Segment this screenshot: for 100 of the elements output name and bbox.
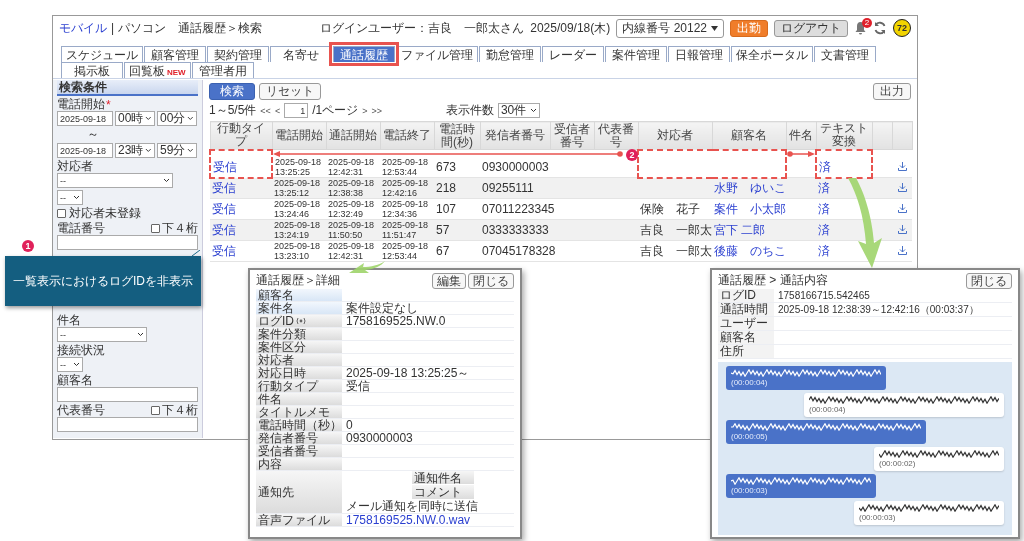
table-link[interactable]: 済 [818,244,830,258]
notification-badge: 2 [862,18,872,28]
select-field[interactable]: -- [57,327,147,342]
table-link[interactable]: 受信 [213,160,237,174]
previous-page-link[interactable]: < [274,105,281,116]
select-field[interactable]: -- [57,190,83,205]
last-page-link[interactable]: >> [371,105,382,116]
table-link[interactable]: 済 [819,160,831,174]
close-button[interactable]: 閉じる [468,272,514,289]
table-link[interactable]: 受信 [212,202,236,216]
text-field[interactable] [57,417,198,432]
table-link[interactable]: 受信 [212,244,236,258]
field-label: ログID [258,315,294,327]
new-label: NEW [167,68,186,77]
field-value: 2025-09-18 12:38:39～12:42:16（00:03:37） [778,303,979,316]
nav-tab[interactable]: 案件管理 [605,46,667,62]
column-header: 対応者 [657,127,693,142]
nav-tab[interactable]: ファイル管理 [396,46,478,62]
edit-button[interactable]: 編集 [432,272,466,289]
table-cell: 2025-09-18 12:53:44 [382,157,429,177]
field-label: コメント [414,486,462,498]
download-icon[interactable] [897,246,907,255]
table-link[interactable]: 済 [818,223,830,237]
table-cell: 57 [436,223,450,237]
date-field[interactable]: 2025-09-18 [57,111,113,126]
minute-select[interactable]: 00分 [157,111,197,126]
mode-link[interactable]: モバイル [59,19,107,37]
page-field[interactable]: 1 [284,103,309,118]
audio-file-link[interactable]: 1758169525.NW.0.wav [346,514,471,526]
per-page-select[interactable]: 30件 [497,103,540,118]
nav-tab[interactable]: 顧客管理 [144,46,206,62]
chevron-icon [187,116,194,121]
nav-tab[interactable]: 回覧板 NEW [124,62,191,78]
checkbox[interactable] [151,406,160,415]
logout-button[interactable]: ログアウト [774,19,848,37]
select-field[interactable]: -- [57,173,173,188]
table-link[interactable]: 済 [818,181,830,196]
next-page-link[interactable]: > [362,105,368,116]
field-label: 内容 [258,458,282,470]
hour-select[interactable]: 00時 [115,111,155,126]
field-label: 受信者番号 [258,445,318,457]
field-value: 2025-09-18 13:25:25～ [346,367,470,379]
table-cell: 吉良 一郎太 [640,223,712,237]
checkbox-label: 下４桁 [162,220,198,237]
column-header: 件名 [789,128,813,142]
table-link[interactable]: 後藤 のちこ [714,244,786,258]
nav-tab[interactable]: 契約管理 [207,46,269,62]
nav-tab[interactable]: 文書管理 [814,46,876,62]
table-cell: 2025-09-18 12:32:49 [328,199,375,219]
table-cell: 673 [436,160,457,174]
extension-select[interactable]: 内線番号 20122 [616,18,724,38]
field-label: 電話時間（秒） [258,419,342,431]
table-link[interactable]: 案件 小太郎 [714,202,786,216]
checkbox[interactable] [57,209,66,218]
first-page-link[interactable]: << [260,105,271,116]
table-cell: 吉良 一郎太 [640,244,712,258]
text-field[interactable] [57,235,198,250]
table-link[interactable]: 済 [818,202,830,216]
export-button[interactable]: 出力 [873,83,911,100]
page-total: /1ページ [312,102,359,119]
field-label: 件名 [57,312,81,329]
reset-button[interactable]: リセット [259,83,321,100]
column-header: 代表番号 [598,121,634,149]
table-cell: 2025-09-18 12:38:38 [328,178,375,198]
nav-tab[interactable]: レーダー [542,46,604,62]
nav-tab[interactable]: 勤怠管理 [479,46,541,62]
required-mark: * [106,97,111,112]
nav-tab[interactable]: 管理者用 [191,62,254,78]
nav-tab[interactable]: 保全ポータル [731,46,813,62]
table-cell: 保険 花子 [640,202,700,216]
checkbox[interactable] [151,224,160,233]
message-time: (00:00:04) [731,378,769,387]
field-label: 電話開始 [57,96,105,113]
table-cell: 07045178328 [482,244,556,258]
popup-title: 通話履歴＞詳細 [256,272,340,289]
table-cell: 2025-09-18 13:24:46 [274,199,321,219]
sidebar-title: 検索条件 [57,80,198,96]
nav-tab[interactable]: 掲示板 [61,62,123,78]
field-value: 1758169525.NW.0 [346,315,446,327]
nav-tab[interactable]: 日報管理 [668,46,730,62]
nav-tab[interactable]: 名寄せ [270,46,332,62]
text-field[interactable] [57,387,198,402]
nav-tab[interactable]: スケジュール [61,46,143,62]
column-header: 電話開始 [275,128,323,142]
hour-select[interactable]: 23時 [115,143,155,158]
search-button[interactable]: 検索 [209,83,255,100]
date-field[interactable]: 2025-09-18 [57,143,113,158]
select-field[interactable]: -- [57,357,83,372]
field-label: タイトルメモ [258,406,330,418]
download-icon[interactable] [897,204,907,213]
refresh-icon[interactable] [873,21,887,35]
close-button[interactable]: 閉じる [966,272,1012,289]
download-icon[interactable] [897,183,907,192]
field-label: 件名 [258,393,282,405]
download-icon[interactable] [897,162,907,171]
field-label: 案件名 [258,302,294,314]
minute-select[interactable]: 59分 [157,143,197,158]
field-label: 接続状況 [57,342,105,359]
download-icon[interactable] [897,225,907,234]
table-cell: 2025-09-18 12:42:31 [328,241,375,261]
